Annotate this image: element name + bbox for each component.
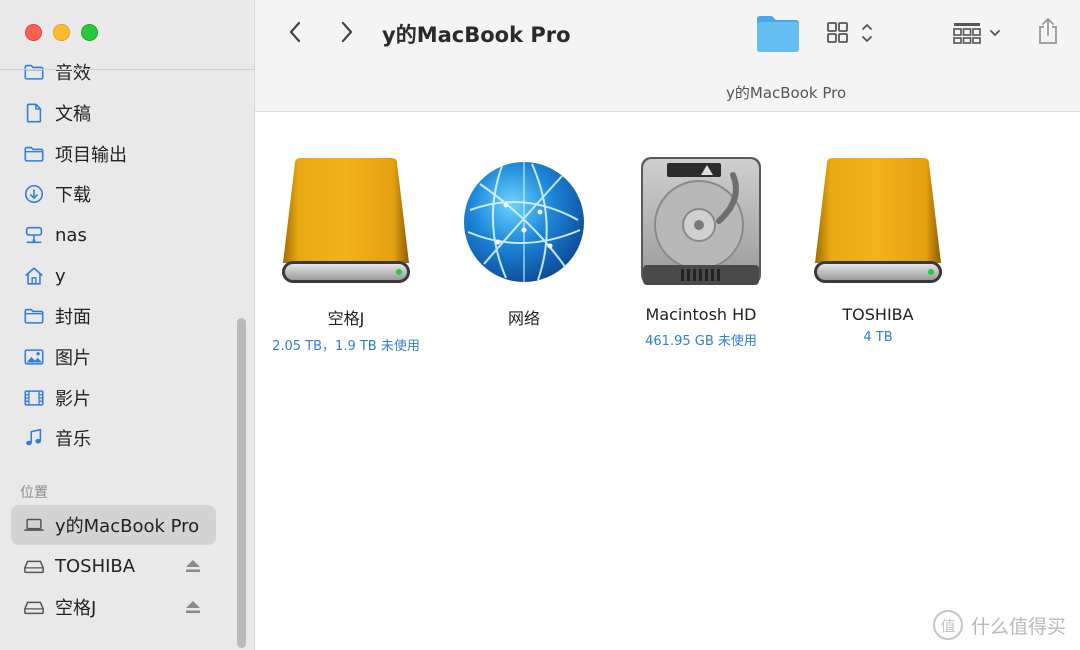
watermark-logo: 值 (932, 610, 963, 640)
folder-icon (22, 60, 46, 84)
sidebar-item-label: 项目输出 (55, 145, 127, 166)
path-title: y的MacBook Pro (726, 84, 847, 102)
minimize-window-button[interactable] (53, 24, 70, 41)
sidebar-item-movies[interactable]: 影片 (11, 378, 216, 418)
group-by-icon (953, 23, 1000, 44)
movies-icon (22, 386, 46, 410)
download-icon (22, 182, 46, 206)
volume-name: Macintosh HD (645, 305, 757, 324)
volume-item[interactable]: 网络 (424, 152, 624, 335)
sidebar-item-label: 音乐 (55, 429, 91, 450)
share-icon (1039, 18, 1057, 44)
sidebar-item-downloads[interactable]: 下载 (11, 174, 216, 214)
volume-item[interactable]: 空格J 2.05 TB，1.9 TB 未使用 (246, 152, 446, 354)
sidebar-section-locations: 位置 (20, 485, 48, 501)
eject-icon[interactable] (184, 599, 202, 615)
forward-button[interactable] (333, 18, 361, 46)
laptop-icon (22, 513, 46, 537)
sidebar-item-label: 空格J (55, 598, 97, 619)
sidebar-item-label: 封面 (55, 307, 91, 328)
volume-name: 网络 (507, 309, 540, 328)
drive-icon (22, 554, 46, 578)
toolbar: y的MacBook Pro y的MacBook Pro (255, 0, 1080, 112)
sidebar-item-label: 图片 (55, 348, 91, 369)
sidebar-item-home[interactable]: y (11, 256, 216, 296)
folder-icon (22, 142, 46, 166)
sidebar-item-sound-effects[interactable]: 音效 (11, 52, 216, 92)
window-controls (25, 24, 98, 41)
internal-disk-icon (631, 152, 771, 292)
window-title: y的MacBook Pro (382, 23, 571, 47)
sidebar: 音效 文稿 项目输出 下载 nas y 封面 图片 影片 音乐 位置 y的Mac… (0, 0, 255, 650)
group-by-button[interactable] (952, 19, 1008, 47)
volume-info: 2.05 TB，1.9 TB 未使用 (272, 339, 420, 354)
zoom-window-button[interactable] (81, 24, 98, 41)
sidebar-item-nas[interactable]: nas (11, 215, 216, 255)
watermark: 值 什么值得买 (932, 610, 1066, 640)
sidebar-scrollbar[interactable] (237, 318, 246, 648)
network-drive-icon (22, 223, 46, 247)
network-globe-icon (454, 152, 594, 292)
view-mode-button[interactable] (825, 19, 879, 47)
volume-info: 461.95 GB 未使用 (645, 334, 757, 349)
volume-info: 4 TB (863, 330, 893, 345)
sidebar-divider (0, 69, 254, 70)
external-drive-icon (808, 152, 948, 292)
document-icon (22, 101, 46, 125)
pictures-icon (22, 345, 46, 369)
sidebar-item-label: 下载 (55, 185, 91, 206)
sidebar-item-label: TOSHIBA (55, 555, 136, 577)
file-browser-content: 空格J 2.05 TB，1.9 TB 未使用 网络 Macintosh HD 4… (255, 112, 1080, 650)
music-icon (22, 426, 46, 450)
close-window-button[interactable] (25, 24, 42, 41)
volume-name: 空格J (327, 309, 365, 328)
sidebar-item-project-output[interactable]: 项目输出 (11, 134, 216, 174)
eject-icon[interactable] (184, 558, 202, 574)
volume-item[interactable]: TOSHIBA 4 TB (778, 152, 978, 345)
sidebar-item-covers[interactable]: 封面 (11, 296, 216, 336)
sidebar-item-label: 影片 (55, 389, 91, 410)
back-button[interactable] (281, 18, 309, 46)
sidebar-item-pictures[interactable]: 图片 (11, 337, 216, 377)
chevron-left-icon (289, 21, 301, 43)
volume-name: TOSHIBA (842, 305, 914, 324)
sidebar-item-toshiba[interactable]: TOSHIBA (11, 546, 216, 586)
chevron-right-icon (341, 21, 353, 43)
grid-view-icon (827, 22, 872, 43)
external-drive-icon (276, 152, 416, 292)
sidebar-list: 音效 文稿 项目输出 下载 nas y 封面 图片 影片 音乐 位置 y的Mac… (0, 52, 240, 650)
folder-icon (22, 304, 46, 328)
sidebar-item-label: nas (55, 224, 87, 246)
folder-icon (754, 12, 802, 54)
sidebar-item-label: y的MacBook Pro (55, 516, 200, 537)
drive-icon (22, 595, 46, 619)
sidebar-item-documents[interactable]: 文稿 (11, 93, 216, 133)
volume-item[interactable]: Macintosh HD 461.95 GB 未使用 (601, 152, 801, 349)
watermark-text: 什么值得买 (970, 615, 1066, 638)
sidebar-item-label: 文稿 (55, 104, 91, 125)
sidebar-item-label: y (55, 265, 66, 287)
sidebar-item-music[interactable]: 音乐 (11, 418, 216, 458)
sidebar-item-label: 音效 (55, 63, 91, 84)
home-icon (22, 264, 46, 288)
share-button[interactable] (1034, 15, 1062, 47)
sidebar-item-macbook-pro[interactable]: y的MacBook Pro (11, 505, 216, 545)
sidebar-item-kongge-j[interactable]: 空格J (11, 587, 216, 627)
